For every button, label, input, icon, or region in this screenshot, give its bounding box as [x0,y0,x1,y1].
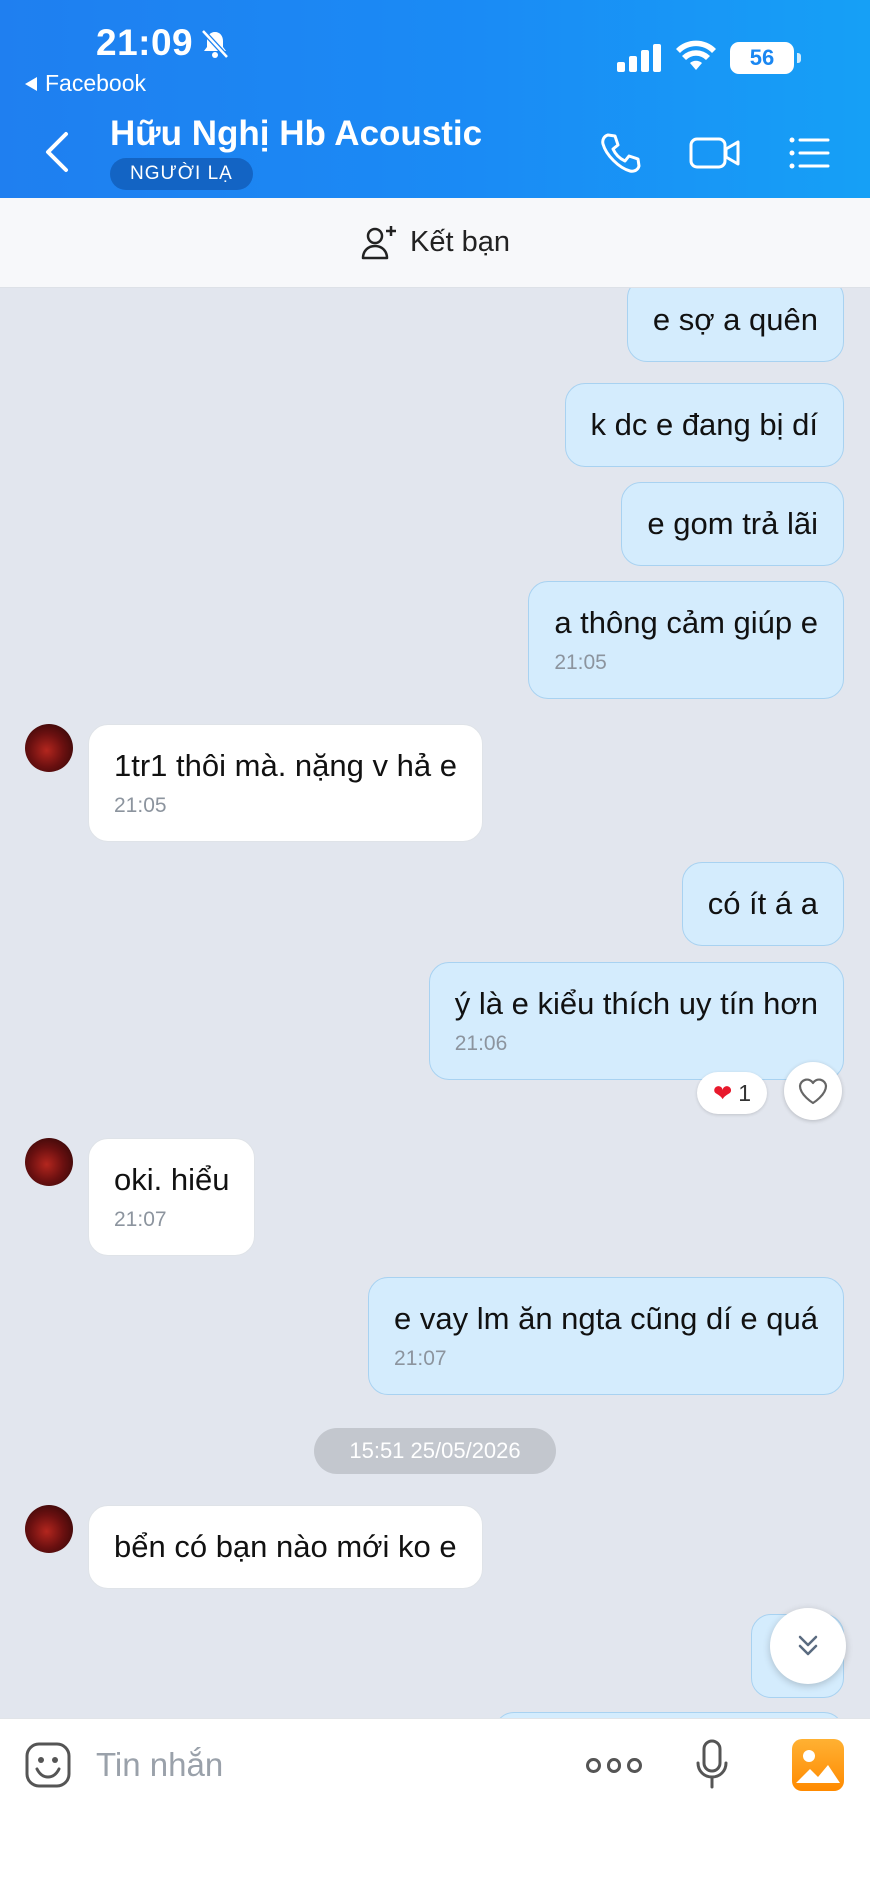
bell-off-icon [201,29,229,59]
message-bubble-outgoing[interactable]: e sợ a quên [626,288,844,362]
stranger-badge: NGƯỜI LẠ [110,158,253,190]
message-text: e vay lm ăn ngta cũng dí e quá [394,1301,818,1336]
contact-name[interactable]: Hữu Nghị Hb Acoustic [110,114,482,154]
back-app-label: Facebook [45,70,147,96]
message-bubble-incoming[interactable]: bển có bạn nào mới ko e [88,1505,483,1589]
sticker-emoji-icon[interactable] [24,1741,72,1789]
message-bubble-outgoing[interactable]: k dc e đang bị dí [564,383,844,467]
message-bubble-outgoing[interactable]: a thông cảm giúp e 21:05 [528,581,844,699]
avatar[interactable] [25,1138,73,1186]
heart-outline-icon [798,1078,828,1105]
back-triangle-icon [25,76,37,91]
dot-icon [586,1757,601,1773]
message-time: 21:07 [394,1347,447,1370]
status-time: 21:09 [96,22,194,63]
cellular-signal-icon [617,44,661,72]
message-time: 21:06 [454,1032,508,1055]
reaction-badge[interactable]: ❤ 1 [697,1072,767,1114]
heart-reaction-icon: ❤ [712,1079,733,1106]
message-text: a thông cảm giúp e [554,605,818,640]
more-options-button[interactable] [586,1753,643,1777]
like-button[interactable] [784,1062,842,1120]
menu-list-icon[interactable] [786,130,832,176]
scroll-to-bottom-button[interactable] [770,1608,846,1684]
message-text: e gom trả lãi [647,506,818,541]
back-to-app-link[interactable]: Facebook [25,70,146,97]
date-divider: 15:51 25/05/2026 [314,1428,556,1474]
message-bubble-incoming[interactable]: 1tr1 thôi mà. nặng v hả e 21:05 [88,724,483,842]
reaction-count: 1 [738,1079,752,1106]
message-text: k dc e đang bị dí [590,407,819,442]
message-text: ý là e kiểu thích uy tín hơn [454,986,818,1021]
message-text: 1tr1 thôi mà. nặng v hả e [114,748,457,783]
message-time: 21:05 [114,794,167,817]
battery-indicator: 56 [730,42,801,74]
message-composer [0,1718,870,1885]
dot-icon [606,1757,622,1773]
message-bubble-incoming[interactable]: oki. hiểu 21:07 [88,1138,256,1256]
image-gallery-icon [796,1750,840,1783]
message-text: có ít á a [707,886,818,921]
message-bubble-outgoing[interactable]: ý là e kiểu thích uy tín hơn 21:06 [428,962,844,1080]
message-bubble-outgoing[interactable]: e gom trả lãi [621,482,844,566]
add-friend-icon [361,225,396,259]
avatar[interactable] [25,1505,73,1553]
video-call-icon[interactable] [688,130,742,176]
add-friend-button[interactable]: Kết bạn [0,198,870,288]
wifi-icon [676,40,716,70]
double-chevron-down-icon [798,1635,818,1656]
message-text: oki. hiểu [114,1162,230,1197]
avatar[interactable] [25,724,73,772]
phone-call-icon[interactable] [598,130,644,176]
add-friend-label: Kết bạn [410,226,510,258]
message-bubble-outgoing[interactable]: có ít á a [681,862,844,946]
back-arrow-icon[interactable] [40,130,74,174]
message-list[interactable]: e sợ a quên k dc e đang bị dí e gom trả … [0,288,870,1718]
image-gallery-button[interactable] [792,1739,844,1791]
dot-icon [627,1757,643,1773]
message-bubble-outgoing[interactable]: e vay lm ăn ngta cũng dí e quá 21:07 [368,1277,844,1395]
message-text: bển có bạn nào mới ko e [114,1529,457,1564]
chat-header: 21:09 Facebook 56 Hữu Nghị Hb Acoustic N… [0,0,870,198]
message-input[interactable] [96,1735,556,1795]
message-time: 21:07 [114,1208,167,1231]
message-time: 21:05 [554,651,607,674]
microphone-icon[interactable] [694,1739,730,1791]
message-text: e sợ a quên [652,302,818,337]
